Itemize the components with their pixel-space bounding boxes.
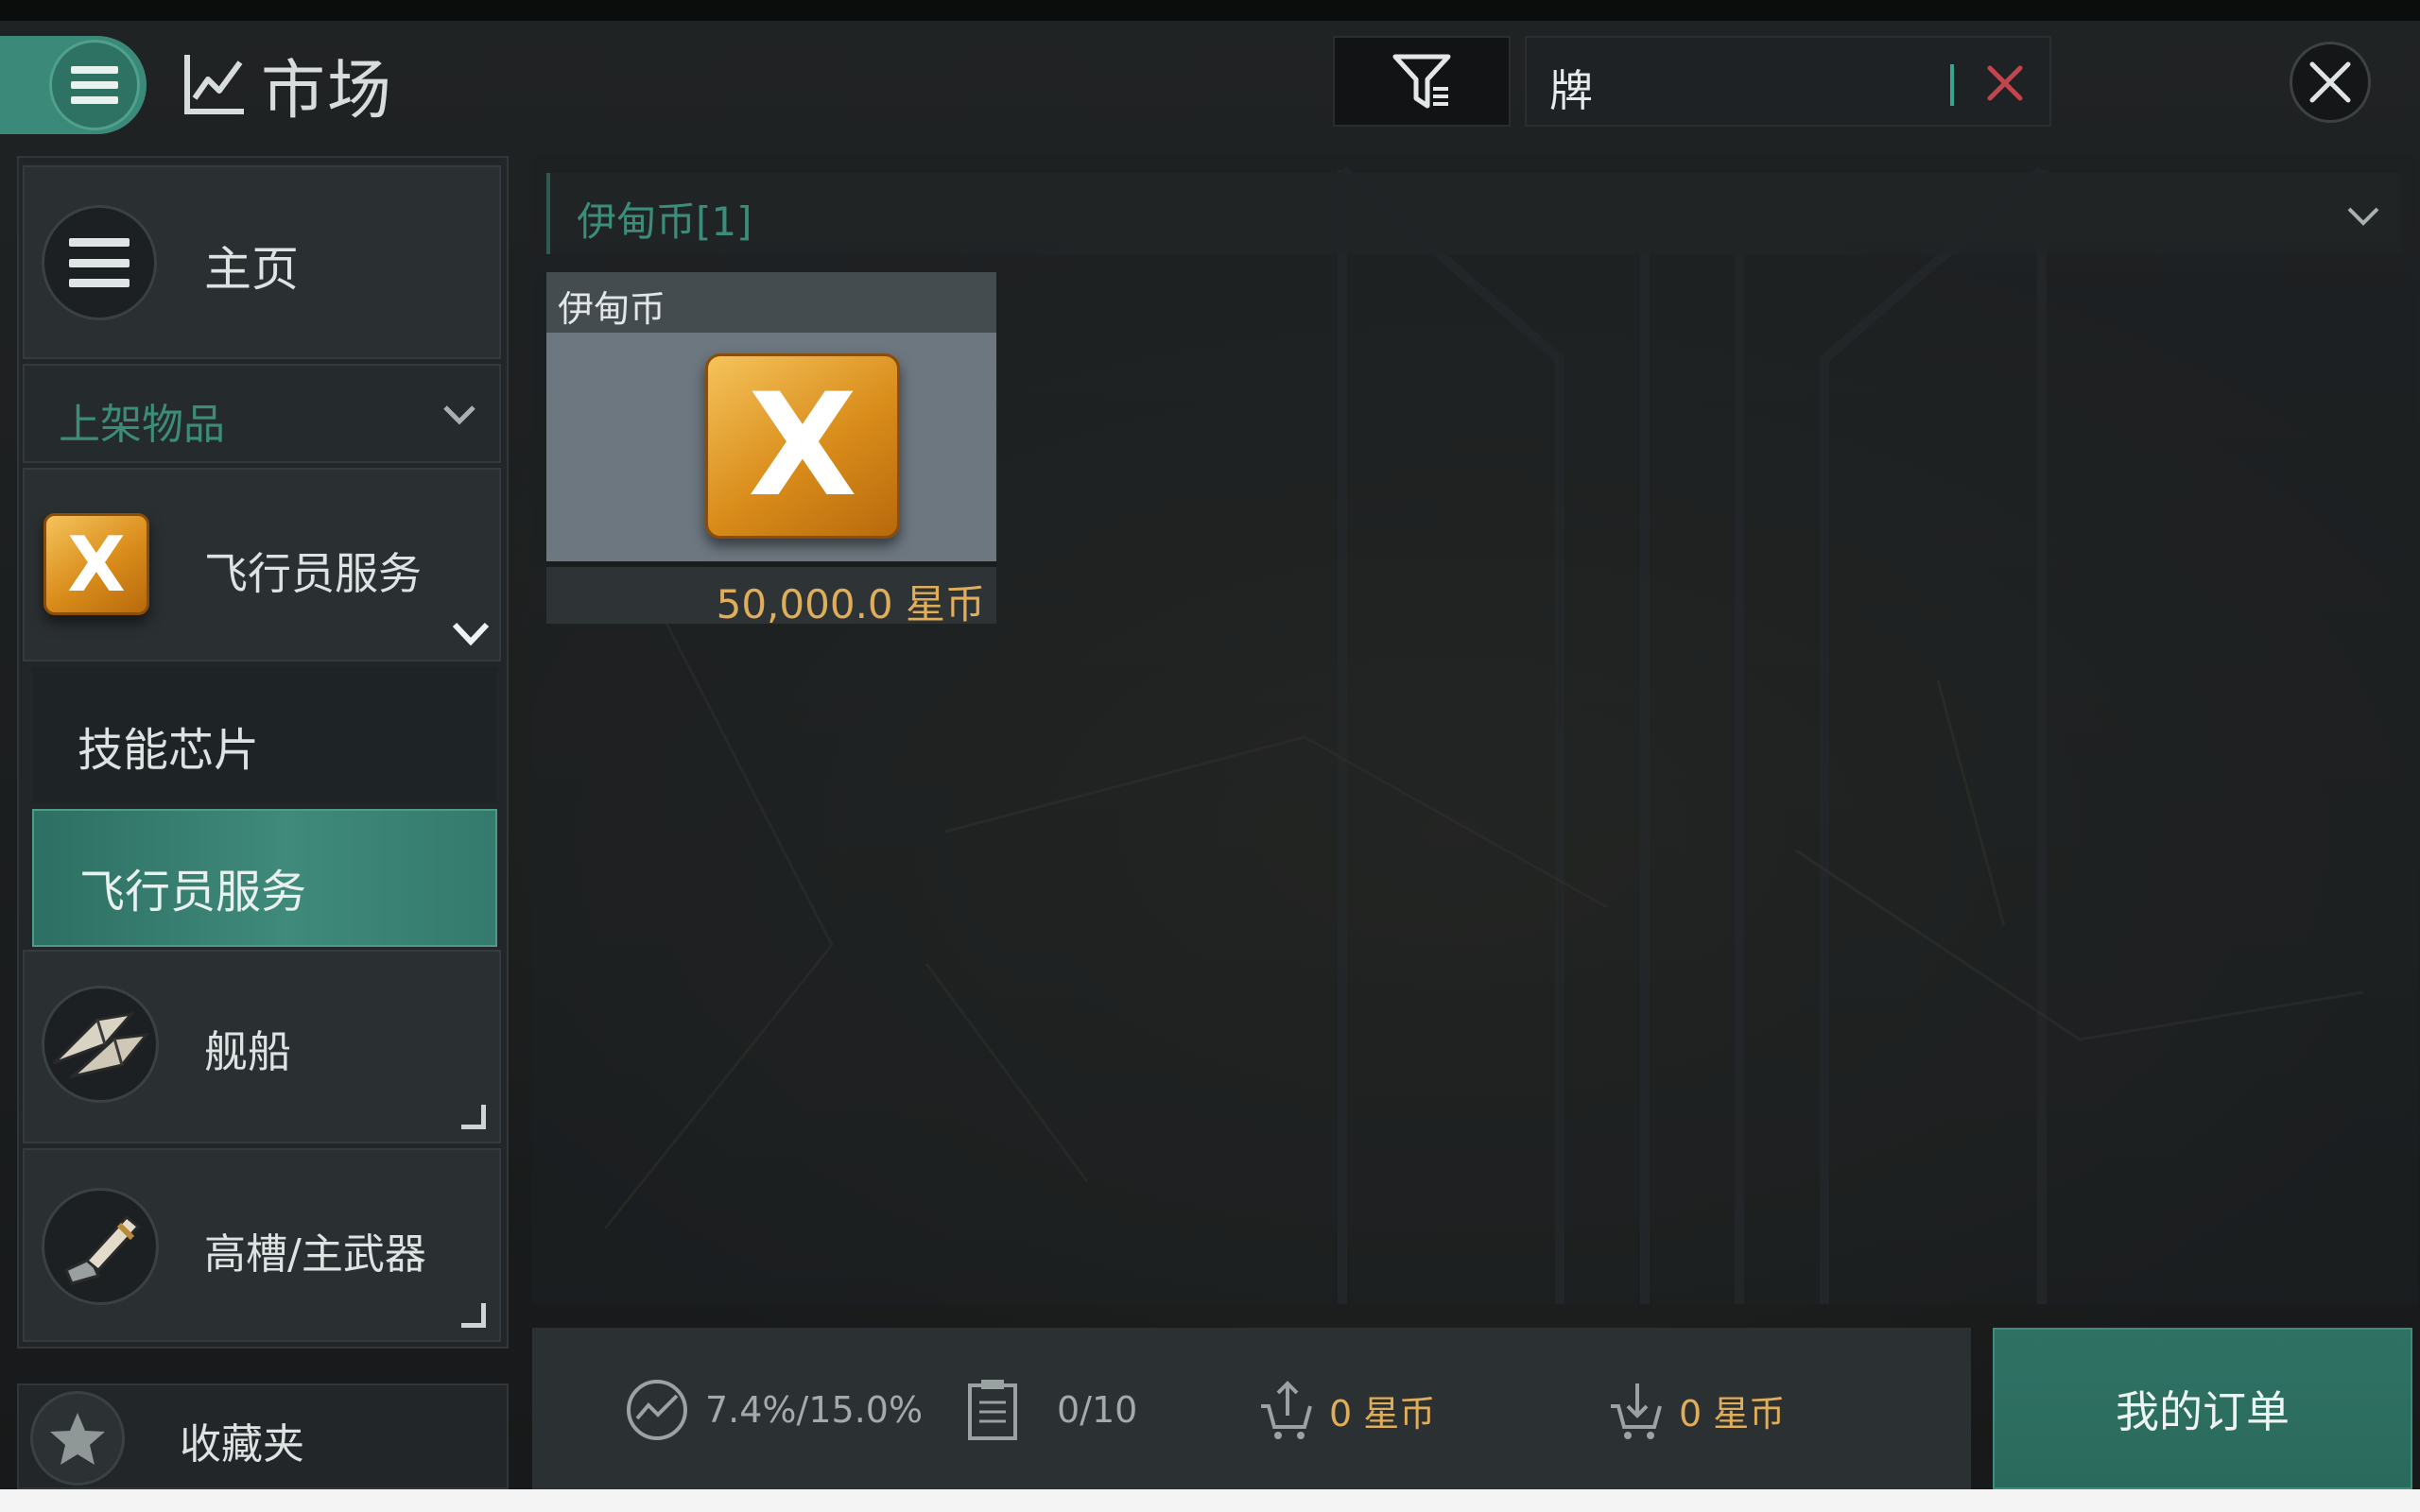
sidebar-subitem-skill-chips[interactable]: 技能芯片 [32,667,497,803]
sidebar-item-label: 高槽/主武器 [204,1230,426,1279]
chevron-down-icon [2347,207,2379,226]
page-title-group: 市场 [182,42,393,129]
item-name: 伊甸币 [558,288,666,330]
sidebar-item-label: 飞行员服务 [204,548,422,599]
listed-items-label: 上架物品 [59,401,225,449]
sidebar-item-ships[interactable]: 舰船 [23,950,501,1143]
favorites-label: 收藏夹 [180,1420,304,1469]
hamburger-icon [71,66,118,104]
tax-rate-stat: 7.4%/15.0% [624,1375,923,1445]
sell-value-stat: 0 星币 [1257,1375,1435,1445]
sell-value: 0 星币 [1329,1392,1436,1435]
search-value[interactable]: 牌 [1549,57,1593,119]
buy-cart-icon [1611,1383,1662,1439]
pilot-services-icon: X [43,513,149,615]
buy-value-stat: 0 星币 [1607,1375,1785,1445]
item-price-bar: 50,000.0 星币 [546,561,996,627]
system-nav-bar [0,1489,2420,1512]
ship-icon [42,986,159,1103]
my-orders-button[interactable]: 我的订单 [1993,1328,2412,1489]
sidebar-item-high-slot-weapons[interactable]: 高槽/主武器 [23,1148,501,1342]
category-header[interactable]: 伊甸币[1] [546,173,2401,254]
close-button[interactable] [2290,42,2371,123]
sidebar-item-pilot-services[interactable]: X 飞行员服务 [23,468,501,662]
search-input[interactable]: 牌 [1525,36,2051,127]
clear-x-icon [1987,65,2023,101]
listed-items-dropdown[interactable]: 上架物品 [23,364,501,463]
main-menu-button[interactable] [49,40,140,130]
item-card-header: 伊甸币 [546,272,996,333]
chevron-down-icon [443,405,475,425]
sidebar-item-label: 主页 [204,242,299,297]
orders-count-stat: 0/10 [966,1375,1137,1445]
item-price: 50,000.0 星币 [716,581,985,627]
filter-icon [1392,54,1451,109]
expand-corner-icon [461,1303,486,1328]
item-image: X [546,333,996,561]
chevron-down-icon [452,622,490,645]
line-chart-icon [184,55,244,114]
clipboard-icon [968,1380,1017,1440]
home-menu-icon [42,205,157,320]
eden-coin-icon: X [705,353,900,539]
page-title: 市场 [261,53,394,129]
sidebar-subitem-pilot-services-active[interactable]: 飞行员服务 [32,809,497,947]
sidebar-item-label: 舰船 [204,1026,291,1077]
expand-corner-icon [461,1105,486,1129]
turret-icon [42,1188,159,1305]
sell-cart-icon [1261,1381,1312,1439]
category-header-label: 伊甸币[1] [577,198,752,245]
item-card[interactable]: 伊甸币 X 50,000.0 星币 [546,272,996,627]
favorites-button[interactable]: 收藏夹 [17,1383,509,1489]
filter-button[interactable] [1333,36,1511,127]
buy-value: 0 星币 [1679,1392,1786,1435]
tax-rate-value: 7.4%/15.0% [705,1389,924,1431]
close-icon [2309,61,2351,103]
clear-search-button[interactable] [1980,59,2030,108]
market-trend-icon [627,1380,687,1440]
sidebar-subitem-label: 飞行员服务 [79,866,307,919]
sidebar-subitem-label: 技能芯片 [78,724,260,777]
star-icon [30,1391,125,1486]
status-bar [0,0,2420,21]
text-caret [1950,64,1954,106]
orders-count-value: 0/10 [1057,1389,1138,1431]
sidebar-item-home[interactable]: 主页 [23,165,501,359]
